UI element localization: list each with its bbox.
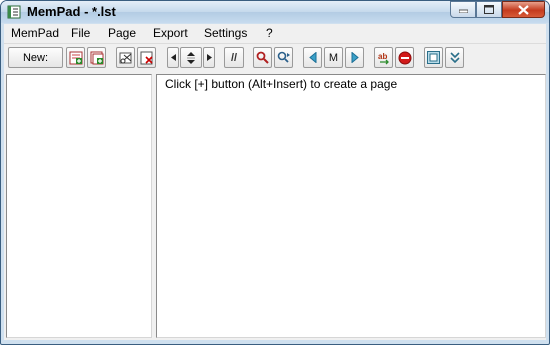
search-button[interactable]: [253, 47, 272, 68]
marker-button[interactable]: M: [324, 47, 343, 68]
menu-bar: MemPad File Page Export Settings ?: [4, 24, 546, 44]
more-button[interactable]: [445, 47, 464, 68]
add-subpage-icon: [90, 51, 103, 64]
editor-area[interactable]: Click [+] button (Alt+Insert) to create …: [156, 74, 546, 338]
history-back-button[interactable]: [303, 47, 322, 68]
caption-buttons: [450, 1, 545, 19]
search-next-icon: [277, 51, 290, 63]
menu-mempad[interactable]: MemPad: [11, 26, 59, 40]
menu-export[interactable]: Export: [153, 26, 188, 40]
toolbar: New: // M ab: [4, 44, 546, 72]
menu-file[interactable]: File: [71, 26, 90, 40]
history-forward-button[interactable]: [345, 47, 364, 68]
replace-icon: ab: [378, 52, 389, 64]
window-title: MemPad - *.lst: [27, 4, 116, 19]
stop-icon: [398, 51, 411, 64]
menu-help[interactable]: ?: [266, 26, 273, 40]
minimize-button[interactable]: [450, 1, 476, 18]
search-next-button[interactable]: [274, 47, 293, 68]
close-button[interactable]: [502, 1, 545, 18]
window-icon: [427, 51, 440, 64]
stop-button[interactable]: [395, 47, 414, 68]
arrow-left-icon: [308, 52, 316, 63]
new-button[interactable]: New:: [8, 47, 63, 68]
move-right-button[interactable]: [203, 47, 215, 68]
move-left-button[interactable]: [167, 47, 179, 68]
maximize-icon: [484, 5, 494, 14]
arrow-right-icon: [351, 52, 359, 63]
double-chevron-down-icon: [449, 52, 460, 63]
replace-button[interactable]: ab: [374, 47, 393, 68]
triangle-left-icon: [170, 54, 176, 61]
separator-button[interactable]: //: [224, 47, 244, 68]
scissors-icon: [119, 52, 131, 63]
add-page-icon: [69, 51, 82, 64]
minimize-icon: [458, 9, 468, 13]
content-area: Click [+] button (Alt+Insert) to create …: [4, 72, 546, 340]
menu-settings[interactable]: Settings: [204, 26, 247, 40]
notebook-icon: [7, 5, 21, 19]
svg-text:ab: ab: [378, 52, 387, 61]
cut-page-button[interactable]: [116, 47, 135, 68]
up-down-arrows-icon: [187, 51, 195, 64]
editor-hint: Click [+] button (Alt+Insert) to create …: [165, 77, 398, 91]
window-options-button[interactable]: [424, 47, 443, 68]
mempad-window: MemPad - *.lst MemPad File Page Export S…: [0, 0, 550, 345]
add-page-button[interactable]: [66, 47, 85, 68]
search-icon: [256, 51, 269, 64]
close-icon: [518, 4, 529, 15]
move-up-down-button[interactable]: [180, 47, 202, 68]
add-subpage-button[interactable]: [87, 47, 106, 68]
title-bar[interactable]: MemPad - *.lst: [1, 1, 549, 23]
delete-page-icon: [140, 51, 153, 64]
triangle-right-icon: [206, 54, 212, 61]
delete-page-button[interactable]: [137, 47, 156, 68]
maximize-button[interactable]: [476, 1, 502, 18]
menu-page[interactable]: Page: [108, 26, 136, 40]
page-tree[interactable]: [6, 74, 152, 338]
